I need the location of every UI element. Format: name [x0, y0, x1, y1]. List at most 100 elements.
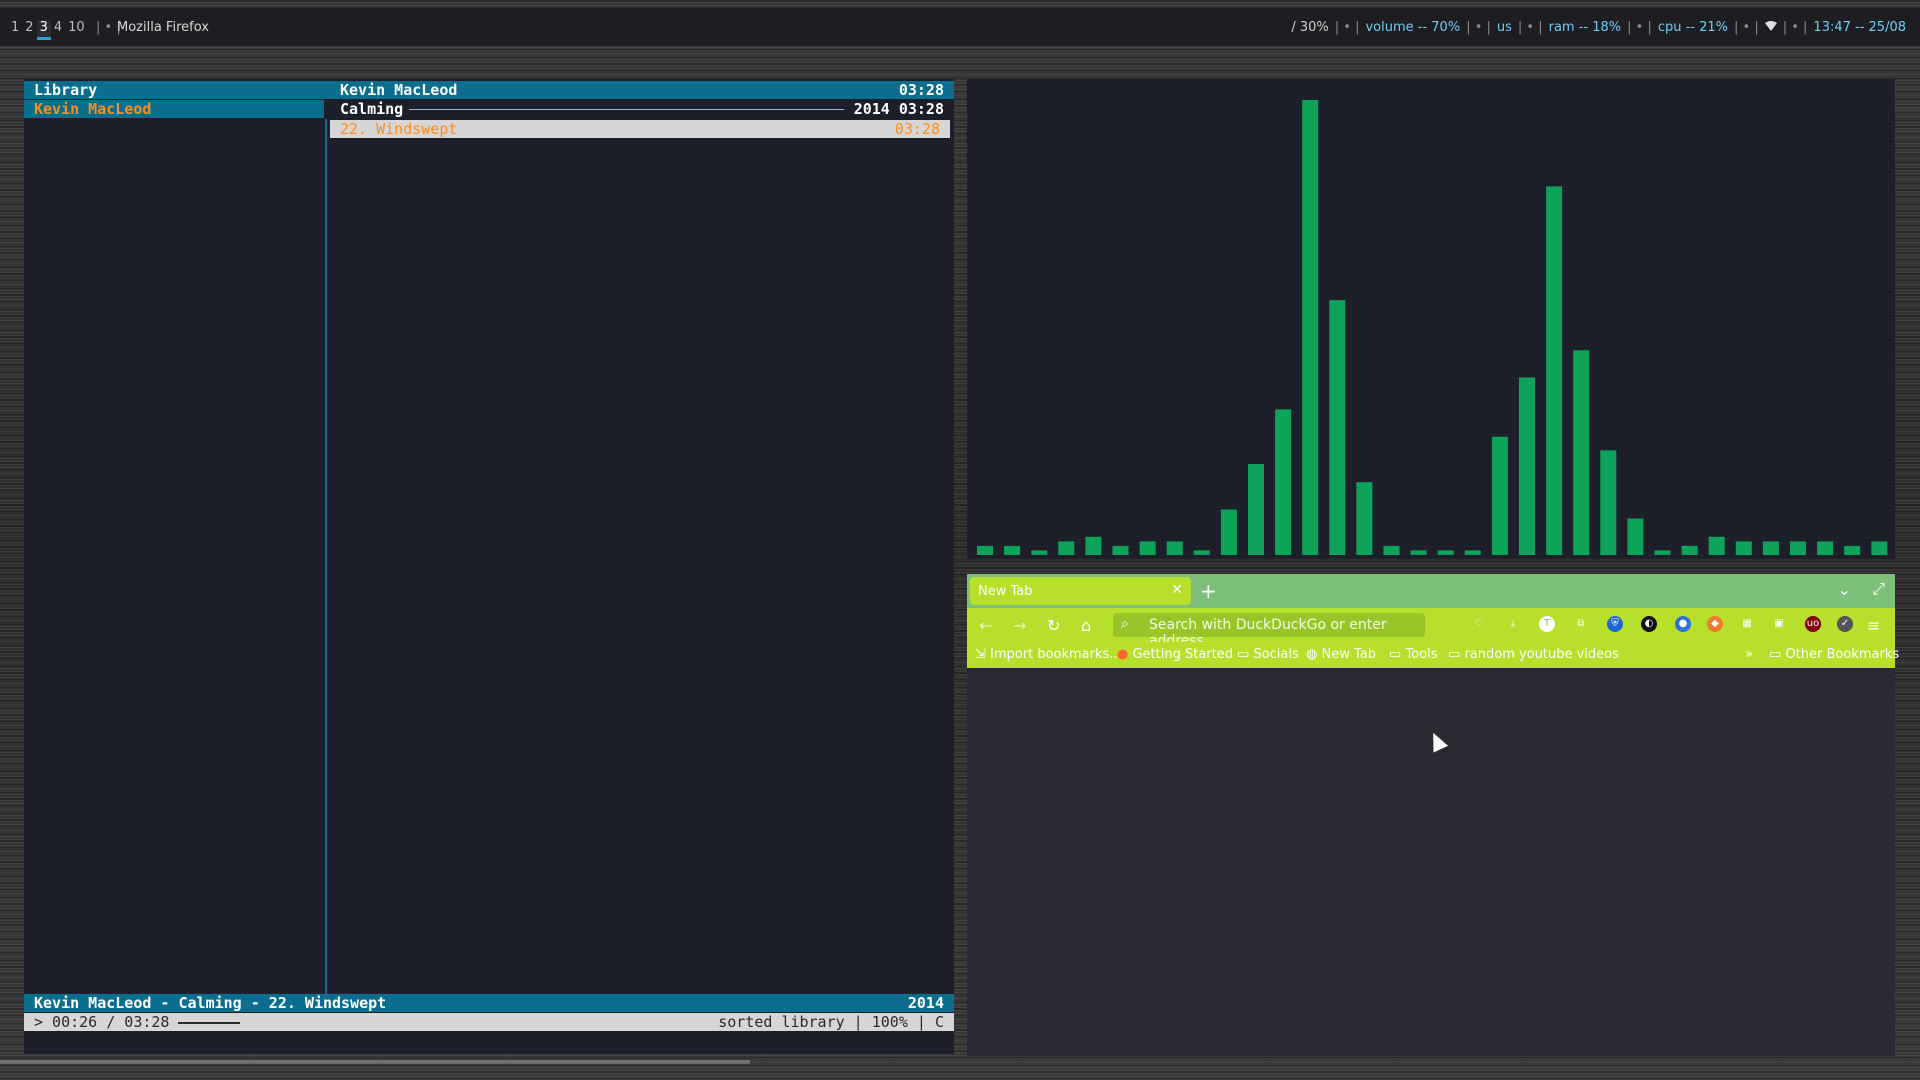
volume-status[interactable]: volume -- 70%: [1365, 20, 1460, 35]
album-row[interactable]: Calming 2014 03:28: [340, 100, 944, 118]
spectrum-bar: [1573, 350, 1590, 556]
window-title: Mozilla Firefox: [117, 20, 209, 35]
bookmark-label: New Tab: [1321, 647, 1376, 662]
folder-icon: ▭: [1448, 647, 1461, 662]
bookmark-other-bookmarks[interactable]: ▭ Other Bookmarks: [1769, 647, 1899, 662]
globe-icon: ◍: [1306, 647, 1318, 662]
status-separator: | • |: [1517, 20, 1543, 35]
person-extension-icon[interactable]: ●: [1675, 616, 1691, 632]
spectrum-bar: [1871, 541, 1888, 556]
status-separator: | • |: [1734, 20, 1759, 35]
spectrum-bar: [1437, 550, 1454, 555]
status-modules: / 30% | • | volume -- 70% | • | us | • |…: [1291, 20, 1906, 35]
spectrum-bar: [1329, 300, 1346, 555]
spectrum-bar: [1166, 541, 1183, 556]
artist-header: Kevin MacLeod: [340, 81, 458, 99]
pane-divider: [325, 119, 327, 1011]
library-artist-selected[interactable]: Kevin MacLeod: [24, 100, 324, 118]
ram-status: ram -- 18%: [1548, 20, 1622, 35]
bookmark-getting-started[interactable]: ● Getting Started: [1117, 647, 1233, 662]
forward-arrow-icon[interactable]: →: [1013, 616, 1026, 635]
qr-code-extension-icon[interactable]: ▣: [1771, 616, 1787, 632]
wifi-icon: [1764, 20, 1777, 35]
workspace-4[interactable]: 4: [51, 20, 65, 40]
folder-icon: ▭: [1769, 647, 1782, 662]
spectrum-bar: [1356, 482, 1373, 555]
library-header: Library: [34, 81, 98, 99]
downloads-icon[interactable]: ⤓: [1505, 616, 1521, 632]
clock: 13:47 -- 25/08: [1813, 20, 1906, 35]
spectrum-bar: [1464, 550, 1481, 555]
brave-lion-extension-icon[interactable]: ◆: [1707, 616, 1723, 632]
grid-extension-icon[interactable]: ▦: [1739, 616, 1755, 632]
status-separator: | • |: [1782, 20, 1808, 35]
spectrum-bar: [1844, 545, 1861, 555]
status-separator: | • |: [1627, 20, 1652, 35]
spectrum-bar: [1383, 545, 1400, 555]
home-icon[interactable]: ⌂: [1081, 616, 1091, 635]
bookmark-import[interactable]: ⇲ Import bookmarks...: [975, 647, 1122, 662]
spectrum-bar: [1193, 550, 1210, 555]
horizontal-scroll-indicator: [0, 1060, 750, 1064]
status-separator: | • |: [1334, 20, 1360, 35]
spectrum-bar: [1031, 550, 1048, 555]
spectrum-bar: [1085, 536, 1102, 555]
mouse-cursor-icon: [1425, 729, 1449, 753]
bookmarks-toolbar: ⇲ Import bookmarks... ● Getting Started …: [967, 642, 1899, 668]
tab-new-tab[interactable]: New Tab ✕: [970, 577, 1191, 605]
track-duration: 03:28: [894, 120, 940, 138]
now-playing-year: 2014: [907, 994, 944, 1012]
spectrum-bar: [1519, 377, 1535, 555]
spectrum-bar: [1410, 550, 1427, 555]
track-row-selected[interactable]: 22. Windswept 03:28: [330, 120, 950, 138]
fullscreen-expand-icon[interactable]: ⤢: [1872, 579, 1885, 599]
spectrum-bar: [1762, 541, 1779, 556]
player-status-line: > 00:26 / 03:28 sorted library | 100% | …: [24, 1013, 954, 1031]
workspace-3[interactable]: 3: [36, 20, 51, 40]
address-bar[interactable]: ⌕ Search with DuckDuckGo or enter addres…: [1113, 613, 1425, 649]
audio-visualizer: [967, 79, 1895, 559]
progress-bar[interactable]: [178, 1022, 240, 1024]
bitwarden-extension-icon[interactable]: ⛨: [1607, 616, 1623, 632]
status-separator: | • |: [1466, 20, 1491, 35]
bookmark-label: Getting Started: [1132, 647, 1233, 662]
bookmark-folder-tools[interactable]: ▭ Tools: [1389, 647, 1437, 662]
firefox-window: New Tab ✕ + ⌄ ⤢ ← → ↻ ⌂ ⌕ Search with Du…: [967, 574, 1899, 1056]
album-name: Calming: [340, 100, 410, 118]
ublock-origin-icon[interactable]: uo: [1805, 616, 1821, 632]
bookmark-folder-random-youtube-videos[interactable]: ▭ random youtube videos: [1448, 647, 1619, 662]
spectrum-bars: [977, 100, 1888, 556]
menu-hamburger-icon[interactable]: ≡: [1867, 616, 1880, 635]
workspace-switcher: 1 2 3 4 10: [8, 20, 88, 40]
now-playing-title: Kevin MacLeod - Calming - 22. Windswept: [34, 994, 387, 1012]
workspace-2[interactable]: 2: [22, 20, 36, 40]
page-content-area[interactable]: [967, 668, 1895, 1056]
import-icon: ⇲: [975, 647, 986, 662]
extensions-puzzle-icon[interactable]: ⧉: [1573, 616, 1589, 632]
back-arrow-icon[interactable]: ←: [979, 616, 992, 635]
tab-bar: New Tab ✕ + ⌄ ⤢: [967, 574, 1895, 608]
spectrum-bar: [1302, 100, 1319, 555]
close-tab-icon[interactable]: ✕: [1171, 582, 1183, 598]
new-tab-plus-icon[interactable]: +: [1200, 579, 1217, 603]
stylus-extension-icon[interactable]: ✓: [1837, 616, 1853, 632]
more-bookmarks-chevron-icon[interactable]: »: [1745, 647, 1753, 662]
translate-extension-icon[interactable]: T: [1539, 616, 1555, 632]
cpu-status: cpu -- 21%: [1657, 20, 1729, 35]
spectrum-bar: [1220, 509, 1237, 555]
firefox-logo-icon: ●: [1117, 647, 1129, 662]
workspace-1[interactable]: 1: [8, 20, 22, 40]
pocket-icon[interactable]: ♡: [1471, 616, 1487, 632]
search-icon: ⌕: [1121, 616, 1129, 632]
darkreader-extension-icon[interactable]: ◐: [1641, 616, 1657, 632]
spectrum-bar: [1491, 436, 1508, 555]
workspace-10[interactable]: 10: [65, 20, 88, 40]
spectrum-bar: [1817, 541, 1834, 556]
bookmark-new-tab[interactable]: ◍ New Tab: [1306, 647, 1376, 662]
reload-icon[interactable]: ↻: [1047, 616, 1060, 635]
spectrum-bar: [1600, 450, 1617, 556]
bookmark-folder-socials[interactable]: ▭ Socials: [1237, 647, 1299, 662]
list-all-tabs-chevron-icon[interactable]: ⌄: [1838, 580, 1851, 599]
spectrum-bar: [1654, 550, 1671, 555]
music-player-terminal: Library Kevin MacLeod 03:28 Kevin MacLeo…: [24, 79, 954, 1054]
